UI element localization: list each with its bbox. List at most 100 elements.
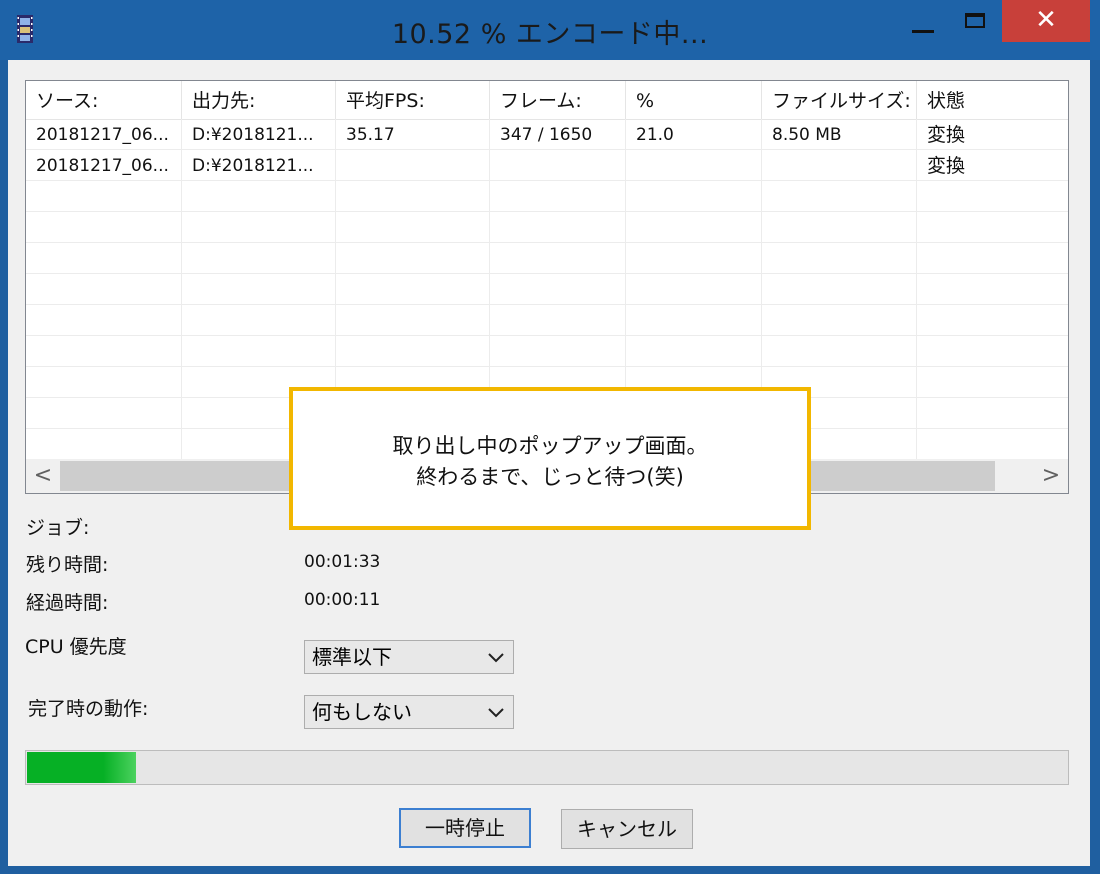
empty-cell [626, 336, 762, 366]
on-completion-value: 何もしない [312, 700, 412, 724]
cancel-button[interactable]: キャンセル [561, 809, 693, 849]
empty-cell [626, 274, 762, 304]
remaining-time-label: 残り時間: [26, 554, 109, 576]
empty-row [26, 181, 1068, 212]
empty-cell [917, 429, 1068, 459]
empty-cell [336, 336, 490, 366]
job-label: ジョブ: [26, 517, 90, 539]
empty-cell [490, 305, 626, 335]
empty-cell [762, 336, 917, 366]
empty-cell [26, 181, 182, 211]
cell-avg-fps: 35.17 [336, 119, 490, 149]
column-header-percent[interactable]: % [626, 81, 762, 119]
empty-cell [336, 243, 490, 273]
table-row[interactable]: 20181217_06... D:¥2018121... 35.17 347 /… [26, 119, 1068, 150]
empty-cell [762, 305, 917, 335]
empty-cell [917, 243, 1068, 273]
cell-status: 変換 [927, 124, 966, 146]
annotation-callout: 取り出し中のポップアップ画面。 終わるまで、じっと待つ(笑) [289, 387, 811, 530]
empty-cell [917, 181, 1068, 211]
empty-cell [26, 274, 182, 304]
encode-progress-window: 10.52 % エンコード中... ✕ ソース: 出力先: 平均FPS: フレー… [0, 0, 1100, 874]
close-button[interactable]: ✕ [1002, 0, 1090, 42]
cell-source: 20181217_06... [26, 150, 182, 180]
elapsed-time-label: 経過時間: [26, 592, 109, 614]
empty-cell [762, 243, 917, 273]
column-header-avg-fps[interactable]: 平均FPS: [336, 81, 490, 119]
empty-row [26, 274, 1068, 305]
empty-cell [490, 336, 626, 366]
empty-cell [26, 336, 182, 366]
empty-cell [917, 367, 1068, 397]
cpu-priority-label: CPU 優先度 [25, 636, 127, 658]
empty-cell [917, 212, 1068, 242]
cell-frames: 347 / 1650 [490, 119, 626, 149]
empty-cell [490, 181, 626, 211]
elapsed-time-value: 00:00:11 [304, 590, 381, 610]
empty-cell [626, 243, 762, 273]
callout-line-2: 終わるまで、じっと待つ(笑) [416, 465, 684, 489]
empty-cell [336, 305, 490, 335]
column-header-source[interactable]: ソース: [26, 81, 182, 119]
empty-cell [626, 181, 762, 211]
empty-cell [336, 212, 490, 242]
empty-cell [26, 398, 182, 428]
empty-cell [626, 305, 762, 335]
column-header-output[interactable]: 出力先: [182, 81, 336, 119]
cell-output: D:¥2018121... [182, 119, 336, 149]
chevron-down-icon [488, 708, 504, 718]
empty-cell [26, 243, 182, 273]
empty-row [26, 212, 1068, 243]
callout-line-1: 取り出し中のポップアップ画面。 [392, 434, 708, 458]
scroll-left-button[interactable]: < [26, 459, 60, 493]
scroll-right-button[interactable]: > [1034, 459, 1068, 493]
chevron-down-icon [488, 653, 504, 663]
cell-file-size [762, 150, 917, 180]
cell-status: 変換 [927, 155, 966, 177]
empty-cell [182, 243, 336, 273]
on-completion-label: 完了時の動作: [28, 698, 149, 720]
cell-percent [626, 150, 762, 180]
remaining-time-value: 00:01:33 [304, 552, 381, 572]
table-row[interactable]: 20181217_06... D:¥2018121... 変換 [26, 150, 1068, 181]
column-header-frames[interactable]: フレーム: [490, 81, 626, 119]
empty-cell [762, 181, 917, 211]
title-bar[interactable]: 10.52 % エンコード中... ✕ [0, 0, 1100, 60]
cell-frames [490, 150, 626, 180]
pause-button[interactable]: 一時停止 [399, 808, 531, 848]
progress-fill [27, 752, 136, 783]
on-completion-select[interactable]: 何もしない [304, 695, 514, 729]
empty-cell [917, 274, 1068, 304]
empty-cell [336, 274, 490, 304]
cpu-priority-value: 標準以下 [312, 645, 392, 669]
column-header-status[interactable]: 状態 [917, 81, 1068, 119]
cell-output: D:¥2018121... [182, 150, 336, 180]
empty-cell [26, 305, 182, 335]
column-header-file-size[interactable]: ファイルサイズ: [762, 81, 917, 119]
empty-cell [182, 336, 336, 366]
empty-cell [762, 212, 917, 242]
empty-cell [26, 429, 182, 459]
minimize-button[interactable] [895, 0, 950, 42]
empty-cell [26, 367, 182, 397]
empty-cell [490, 212, 626, 242]
empty-cell [917, 336, 1068, 366]
empty-cell [26, 212, 182, 242]
empty-cell [336, 181, 490, 211]
empty-row [26, 305, 1068, 336]
empty-cell [182, 212, 336, 242]
maximize-button[interactable] [950, 0, 1000, 42]
empty-cell [182, 274, 336, 304]
cpu-priority-select[interactable]: 標準以下 [304, 640, 514, 674]
empty-cell [626, 212, 762, 242]
empty-cell [917, 305, 1068, 335]
empty-cell [490, 274, 626, 304]
empty-row [26, 336, 1068, 367]
empty-cell [182, 181, 336, 211]
empty-cell [490, 243, 626, 273]
cell-source: 20181217_06... [26, 119, 182, 149]
encode-progress-bar [25, 750, 1069, 785]
cell-avg-fps [336, 150, 490, 180]
empty-row [26, 243, 1068, 274]
cell-percent: 21.0 [626, 119, 762, 149]
